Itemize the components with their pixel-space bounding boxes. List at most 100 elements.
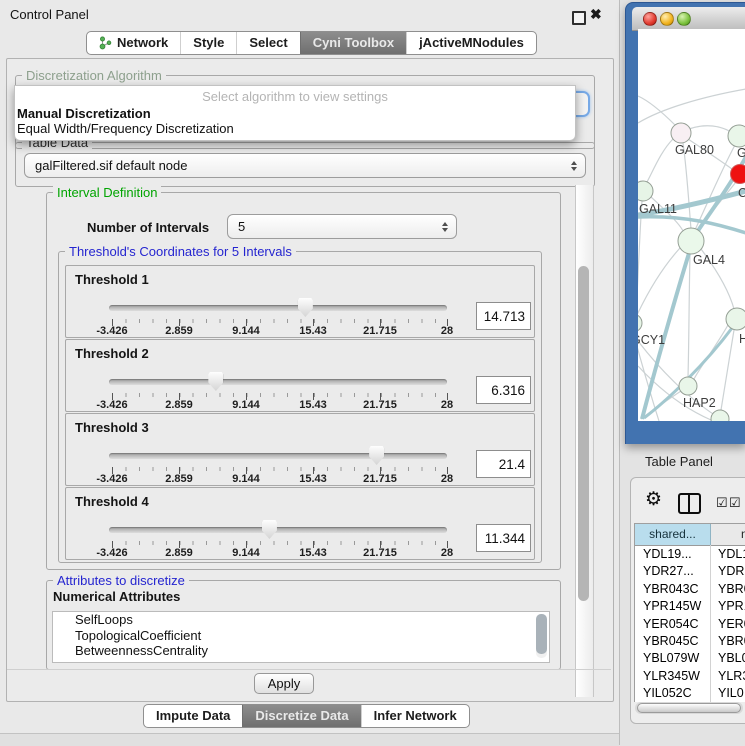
column-header-shared[interactable]: shared... [635, 524, 711, 546]
threshold-label: Threshold 4 [75, 494, 149, 509]
list-scrollbar[interactable] [536, 614, 547, 658]
numerical-attributes-label: Numerical Attributes [53, 589, 180, 604]
node-bottom[interactable] [711, 410, 729, 421]
tab-label: Impute Data [156, 705, 230, 727]
slider-thumb[interactable] [298, 298, 313, 317]
network-window-titlebar[interactable] [632, 7, 745, 31]
node-gal11[interactable] [638, 181, 653, 201]
node-gal80[interactable] [671, 123, 691, 143]
node-table: shared... na YDL19...YDL1 YDR27...YDR2 Y… [634, 523, 745, 702]
tab-jactivemnodules[interactable]: jActiveMNodules [406, 32, 536, 54]
scrollbar-thumb[interactable] [637, 703, 741, 713]
float-window-icon[interactable] [572, 11, 586, 25]
group-title: Discretization Algorithm [22, 68, 166, 83]
cell: YBL079W [643, 650, 699, 667]
node-top-right[interactable] [728, 125, 745, 147]
zoom-traffic-light-icon[interactable] [677, 12, 691, 26]
column-header-name[interactable]: na [711, 524, 745, 546]
node-label: GAL [737, 146, 745, 160]
threshold-label: Threshold 1 [75, 272, 149, 287]
node-gal4[interactable] [678, 228, 704, 254]
checkbox-icon[interactable]: ☑ [729, 495, 741, 511]
network-canvas[interactable]: GAL80 GAL C GAL11 GAL4 GCY1 HA HAP2 [638, 29, 745, 421]
network-window[interactable]: GAL80 GAL C GAL11 GAL4 GCY1 HA HAP2 [625, 2, 745, 444]
popup-option-manual[interactable]: Manual Discretization [15, 106, 575, 121]
tab-infer-network[interactable]: Infer Network [361, 705, 469, 727]
tab-label: Select [249, 32, 287, 54]
table-row[interactable]: YDL19...YDL1 [635, 546, 745, 563]
tab-discretize-data[interactable]: Discretize Data [242, 705, 360, 727]
threshold-label: Threshold 2 [75, 346, 149, 361]
list-item[interactable]: BetweennessCentrality [53, 643, 549, 659]
tick-label: 2.859 [165, 473, 193, 485]
node-label: HAP2 [683, 396, 716, 410]
slider-thumb[interactable] [208, 372, 223, 391]
threshold-value-input[interactable] [476, 524, 531, 552]
tab-network[interactable]: Network [87, 32, 180, 54]
table-data-combo[interactable]: galFiltered.sif default node [24, 153, 586, 178]
close-icon[interactable]: ✖ [590, 6, 602, 23]
table-row[interactable]: YBR045CYBR0 [635, 633, 745, 650]
node-gcy1[interactable] [638, 314, 642, 332]
cell: YBR0 [718, 633, 745, 650]
minimize-traffic-light-icon[interactable] [660, 12, 674, 26]
slider-thumb[interactable] [262, 520, 277, 539]
table-row[interactable]: YPR145WYPR1 [635, 598, 745, 615]
tick-label: 28 [441, 325, 453, 337]
slider-track[interactable] [109, 527, 447, 533]
slider-track[interactable] [109, 453, 447, 459]
tick-marks [112, 467, 448, 471]
cell: YPR1 [718, 598, 745, 615]
checkbox-icon[interactable]: ☑ [716, 495, 728, 511]
table-row[interactable]: YDR27...YDR2 [635, 563, 745, 580]
tick-label: -3.426 [96, 547, 127, 559]
tab-label: jActiveMNodules [419, 32, 524, 54]
split-columns-icon[interactable] [678, 493, 701, 514]
interval-definition-group: Interval Definition Number of Intervals … [46, 192, 561, 570]
tick-label: -3.426 [96, 325, 127, 337]
cell: YLR345W [643, 668, 700, 685]
threshold-value-input[interactable] [476, 302, 531, 330]
bottom-strip [0, 733, 619, 746]
slider-track[interactable] [109, 379, 447, 385]
number-of-intervals-combo[interactable]: 5 [227, 214, 457, 239]
table-row[interactable]: YLR345WYLR3 [635, 668, 745, 685]
tick-label: 9.144 [232, 399, 260, 411]
node-hap2[interactable] [679, 377, 697, 395]
threshold-value-input[interactable] [476, 376, 531, 404]
list-item[interactable]: SelfLoops [53, 612, 549, 628]
cyni-toolbox-content: Discretization Algorithm Table Data galF… [6, 58, 614, 702]
tab-style[interactable]: Style [180, 32, 236, 54]
node-label: GCY1 [638, 333, 665, 347]
slider-thumb[interactable] [369, 446, 384, 465]
close-traffic-light-icon[interactable] [643, 12, 657, 26]
combo-value: galFiltered.sif default node [35, 158, 187, 173]
cell: YDL1 [718, 546, 745, 563]
tab-select[interactable]: Select [236, 32, 299, 54]
table-row[interactable]: YIL052CYIL0 [635, 685, 745, 702]
apply-button[interactable]: Apply [254, 673, 314, 694]
table-row[interactable]: YBL079WYBL0 [635, 650, 745, 667]
content-scrollbar[interactable] [575, 185, 594, 697]
popup-option-equal-width[interactable]: Equal Width/Frequency Discretization [15, 121, 575, 136]
tick-label: -3.426 [96, 473, 127, 485]
table-row[interactable]: YER054CYER0 [635, 616, 745, 633]
slider-track[interactable] [109, 305, 447, 311]
tab-impute-data[interactable]: Impute Data [144, 705, 242, 727]
node-red-selected[interactable] [731, 165, 745, 184]
table-row[interactable]: YBR043CYBR0 [635, 581, 745, 598]
tab-cyni-toolbox[interactable]: Cyni Toolbox [300, 32, 406, 54]
tick-label: -3.426 [96, 399, 127, 411]
list-item[interactable]: TopologicalCoefficient [53, 628, 549, 644]
popup-prompt[interactable]: Select algorithm to view settings [15, 86, 575, 106]
node-h[interactable] [726, 308, 745, 330]
cell: YIL0 [718, 685, 744, 702]
scrollbar-thumb[interactable] [578, 266, 589, 601]
attributes-list: SelfLoops TopologicalCoefficient Between… [52, 611, 550, 663]
horizontal-scrollbar[interactable] [635, 702, 743, 714]
gear-icon[interactable]: ⚙ [645, 488, 662, 511]
threshold-value-input[interactable] [476, 450, 531, 478]
panel-title: Control Panel [10, 7, 89, 22]
bottom-tab-bar: Impute Data Discretize Data Infer Networ… [143, 704, 470, 728]
threshold-panel: Threshold 3 -3.426 2.859 9.144 15.43 21.… [65, 413, 535, 486]
